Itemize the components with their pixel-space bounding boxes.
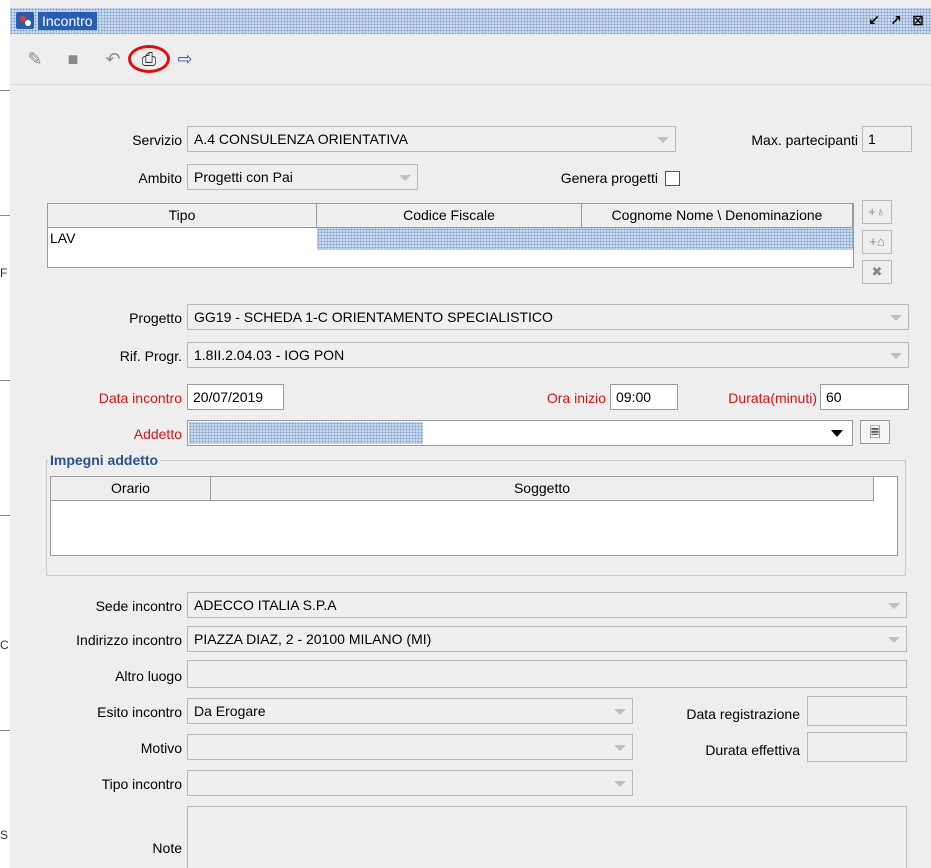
progetto-label: Progetto	[129, 310, 182, 326]
addetto-detail-icon[interactable]: 🗏	[860, 420, 890, 444]
chevron-down-icon	[888, 637, 900, 643]
indirizzo-incontro-label: Indirizzo incontro	[76, 632, 182, 648]
durata-effettiva-field[interactable]	[807, 732, 907, 762]
column-header-denominazione[interactable]: Cognome Nome \ Denominazione	[582, 204, 853, 228]
background-text: C	[0, 638, 9, 652]
servizio-label: Servizio	[132, 132, 182, 148]
column-header-tipo[interactable]: Tipo	[48, 204, 317, 228]
incontro-window: Incontro ↙ ↗ ⊠ ✎ ■ ↶ ⎙ ⇨ Servizio A.4 CO…	[10, 0, 931, 868]
addetto-label: Addetto	[133, 426, 182, 442]
window-title: Incontro	[38, 12, 97, 30]
data-incontro-field[interactable]: 20/07/2019	[187, 384, 284, 410]
durata-effettiva-label: Durata effettiva	[705, 742, 800, 758]
impegni-table: Orario Soggetto	[50, 476, 898, 556]
restore-icon[interactable]: ↙	[866, 12, 882, 28]
esito-incontro-label: Esito incontro	[97, 704, 182, 720]
rif-progr-value: 1.8II.2.04.03 - IOG PON	[194, 347, 345, 363]
esito-incontro-select[interactable]: Da Erogare	[187, 698, 633, 724]
durata-field[interactable]: 60	[820, 384, 909, 410]
genera-progetti-label: Genera progetti	[560, 170, 658, 186]
print-highlight-circle	[128, 45, 170, 73]
durata-label: Durata(minuti)	[728, 390, 817, 406]
add-company-icon[interactable]: +⌂	[862, 230, 892, 254]
esito-incontro-value: Da Erogare	[194, 703, 266, 719]
genera-progetti-checkbox[interactable]	[665, 171, 680, 186]
undo-icon[interactable]: ↶	[102, 48, 124, 70]
chevron-down-icon	[614, 745, 626, 751]
addetto-select[interactable]	[187, 420, 853, 446]
dropdown-arrow-icon[interactable]	[831, 430, 843, 437]
background-text: S	[0, 828, 9, 842]
altro-luogo-label: Altro luogo	[115, 668, 182, 684]
divider	[0, 90, 10, 91]
maximize-icon[interactable]: ↗	[888, 12, 904, 28]
indirizzo-incontro-value: PIAZZA DIAZ, 2 - 20100 MILANO (MI)	[194, 631, 432, 647]
divider	[0, 380, 10, 381]
background-window-strip: F C S	[0, 0, 10, 868]
ora-inizio-label: Ora inizio	[546, 390, 606, 406]
toolbar: ✎ ■ ↶ ⎙ ⇨	[10, 34, 931, 85]
column-header-codice-fiscale[interactable]: Codice Fiscale	[317, 204, 582, 228]
motivo-label: Motivo	[140, 740, 182, 756]
note-textarea[interactable]	[187, 806, 907, 868]
table-row-selected-cells[interactable]	[317, 228, 853, 250]
remove-icon[interactable]: ✖	[862, 260, 892, 284]
edit-icon[interactable]: ✎	[24, 48, 46, 70]
max-partecipanti-label: Max. partecipanti	[751, 132, 858, 148]
chevron-down-icon	[657, 137, 669, 143]
close-icon[interactable]: ⊠	[910, 12, 926, 28]
ora-inizio-field[interactable]: 09:00	[610, 384, 678, 410]
data-registrazione-label: Data registrazione	[686, 706, 800, 722]
impegni-addetto-title: Impegni addetto	[48, 452, 161, 468]
table-cell-tipo[interactable]: LAV	[48, 228, 317, 250]
save-icon[interactable]: ■	[62, 48, 84, 70]
data-registrazione-field[interactable]	[807, 696, 907, 726]
column-header-soggetto[interactable]: Soggetto	[211, 477, 874, 501]
data-incontro-label: Data incontro	[98, 390, 182, 406]
addetto-selection-highlight	[189, 422, 423, 444]
altro-luogo-field[interactable]	[187, 660, 907, 688]
sede-incontro-value: ADECCO ITALIA S.P.A	[194, 597, 337, 613]
divider	[0, 515, 10, 516]
column-header-orario[interactable]: Orario	[51, 477, 211, 501]
tipo-incontro-label: Tipo incontro	[101, 776, 182, 792]
chevron-down-icon	[890, 353, 902, 359]
chevron-down-icon	[399, 175, 411, 181]
progetto-select[interactable]: GG19 - SCHEDA 1-C ORIENTAMENTO SPECIALIS…	[187, 304, 909, 330]
background-text: F	[0, 266, 8, 280]
ambito-select[interactable]: Progetti con Pai	[187, 164, 418, 190]
partecipanti-table: Tipo Codice Fiscale Cognome Nome \ Denom…	[47, 203, 854, 268]
chevron-down-icon	[890, 315, 902, 321]
sede-incontro-label: Sede incontro	[95, 598, 182, 614]
indirizzo-incontro-select[interactable]: PIAZZA DIAZ, 2 - 20100 MILANO (MI)	[187, 626, 907, 652]
servizio-select[interactable]: A.4 CONSULENZA ORIENTATIVA	[187, 126, 676, 152]
ambito-label: Ambito	[138, 170, 182, 186]
chevron-down-icon	[888, 603, 900, 609]
title-bar[interactable]: Incontro ↙ ↗ ⊠	[10, 8, 931, 34]
app-icon	[16, 12, 34, 29]
ambito-value: Progetti con Pai	[194, 169, 293, 185]
motivo-select[interactable]	[187, 734, 633, 760]
note-label: Note	[152, 840, 182, 856]
max-partecipanti-field[interactable]: 1	[862, 126, 912, 152]
exit-icon[interactable]: ⇨	[174, 48, 196, 70]
progetto-value: GG19 - SCHEDA 1-C ORIENTAMENTO SPECIALIS…	[194, 309, 553, 325]
divider	[0, 730, 10, 731]
chevron-down-icon	[614, 709, 626, 715]
rif-progr-select[interactable]: 1.8II.2.04.03 - IOG PON	[187, 342, 909, 368]
chevron-down-icon	[614, 781, 626, 787]
sede-incontro-select[interactable]: ADECCO ITALIA S.P.A	[187, 592, 907, 618]
add-person-icon[interactable]: +♁	[862, 200, 892, 224]
tipo-incontro-select[interactable]	[187, 770, 633, 796]
rif-progr-label: Rif. Progr.	[119, 348, 182, 364]
servizio-value: A.4 CONSULENZA ORIENTATIVA	[194, 131, 408, 147]
divider	[0, 215, 10, 216]
